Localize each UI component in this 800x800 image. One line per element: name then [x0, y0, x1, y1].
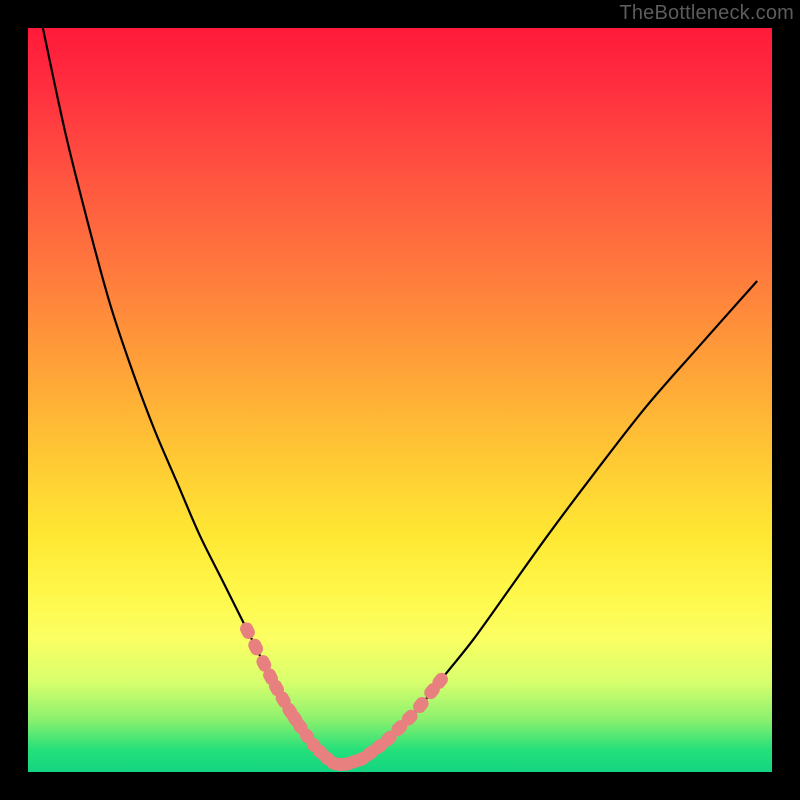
curve-line — [43, 28, 757, 765]
curve-svg — [28, 28, 772, 772]
watermark-text: TheBottleneck.com — [619, 2, 794, 25]
curve-marker — [246, 636, 265, 657]
plot-area — [28, 28, 772, 772]
chart-frame: TheBottleneck.com — [0, 0, 800, 800]
curve-marker — [238, 620, 257, 641]
marker-cluster — [238, 620, 451, 772]
